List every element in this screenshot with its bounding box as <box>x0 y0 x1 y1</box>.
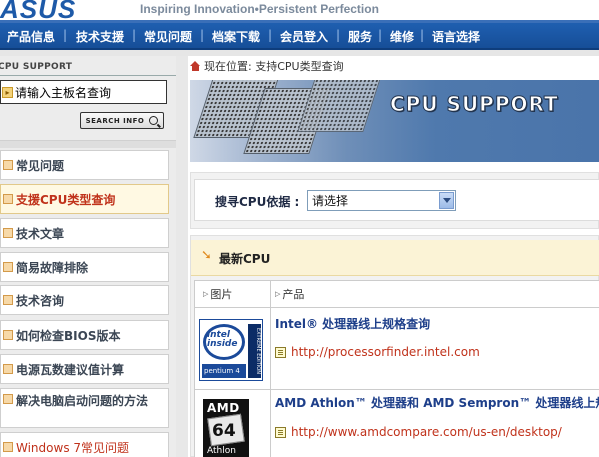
nav-separator: | <box>268 28 273 42</box>
sidebar-item-bios-version[interactable]: 如何检查BIOS版本 <box>0 320 169 350</box>
nav-item-language[interactable]: 语言选择 <box>432 28 480 45</box>
sidebar-item-tech-articles[interactable]: 技术文章 <box>0 218 169 248</box>
cpu-table: ▷ 图片 ▷ 产品 intel inside pentium 4 EXTREME… <box>194 280 599 457</box>
orange-arrow-icon: ➘ <box>201 248 212 263</box>
nav-separator: | <box>200 28 205 42</box>
amd-64-text: 64 <box>212 421 236 441</box>
product-link-intel[interactable]: http://processorfinder.intel.com <box>275 345 480 359</box>
sidebar-item-label: 常见问题 <box>16 158 65 173</box>
product-name-amd[interactable]: AMD Athlon™ 处理器和 AMD Sempron™ 处理器线上规格 <box>275 394 599 411</box>
sidebar-item-label: 简易故障排除 <box>16 260 89 275</box>
link-text: http://www.amdcompare.com/us-en/desktop/ <box>291 425 562 439</box>
bullet-icon <box>3 194 13 204</box>
athlon-label: Athlon <box>207 446 236 456</box>
product-link-amd[interactable]: http://www.amdcompare.com/us-en/desktop/ <box>275 425 562 439</box>
search-info-label: SEARCH INFO <box>85 116 145 125</box>
sidebar-item-label: 技术文章 <box>16 226 65 241</box>
nav-item-download[interactable]: 档案下载 <box>212 28 260 45</box>
sidebar-item-label: 技术咨询 <box>16 293 65 308</box>
sidebar-item-troubleshooting[interactable]: 简易故障排除 <box>0 252 169 282</box>
sidebar-item-label: Windows 7常见问题 <box>16 440 130 455</box>
bullet-icon <box>3 394 13 404</box>
triangle-icon: ▷ <box>275 290 281 298</box>
logo-text: inside <box>207 339 238 349</box>
table-header-product: ▷ 产品 <box>275 281 304 307</box>
cpu-basis-label: 搜寻CPU依据 : <box>215 195 300 209</box>
sidebar-item-boot-problems[interactable]: 解决电脑启动问题的方法 <box>0 388 169 428</box>
sidebar-item-label: 如何检查BIOS版本 <box>16 328 121 343</box>
nav-item-faq[interactable]: 常见问题 <box>144 28 192 45</box>
nav-separator: | <box>336 28 341 42</box>
cpu-chip-graphic <box>297 80 385 132</box>
sidebar-item-tech-inquiry[interactable]: 技术咨询 <box>0 285 169 315</box>
sidebar-item-windows7-faq[interactable]: Windows 7常见问题 <box>0 432 169 457</box>
arrow-icon: ▸ <box>2 86 13 98</box>
main-nav: 产品信息 | 技术支援 | 常见问题 | 档案下载 | 会员登入 | 服务 | … <box>0 23 599 50</box>
nav-separator: | <box>378 28 383 42</box>
sidebar-title: CPU SUPPORT <box>0 62 73 72</box>
table-divider <box>195 389 599 390</box>
sidebar: CPU SUPPORT ▸ SEARCH INFO 常见问题 支援CPU类型查询… <box>0 56 176 457</box>
header-label: 产品 <box>282 288 305 301</box>
nav-separator: | <box>63 28 68 42</box>
bullet-icon <box>3 364 13 374</box>
bullet-icon <box>3 442 13 452</box>
nav-item-repair[interactable]: 维修 <box>390 28 414 45</box>
document-icon <box>275 426 286 438</box>
board-search-input[interactable] <box>15 85 163 99</box>
product-name-intel[interactable]: Intel® 处理器线上规格查询 <box>275 315 430 332</box>
intel-pentium4-logo[interactable]: intel inside pentium 4 EXTREME EDITION <box>199 319 263 381</box>
breadcrumb: 现在位置: 支持CPU类型查询 <box>190 58 344 74</box>
banner-title: CPU SUPPORT <box>390 92 559 117</box>
magnifier-icon <box>149 116 159 125</box>
column-gutter <box>176 56 188 457</box>
link-text: http://processorfinder.intel.com <box>291 345 480 359</box>
home-icon[interactable] <box>190 61 201 71</box>
table-header-image: ▷ 图片 <box>203 281 232 307</box>
cpu-support-banner: CPU SUPPORT <box>190 80 599 162</box>
sidebar-item-faq[interactable]: 常见问题 <box>0 150 169 180</box>
nav-separator: | <box>420 28 425 42</box>
amd-logo-text: AMD <box>207 401 240 415</box>
latest-cpu-title: 最新CPU <box>219 252 271 266</box>
sidebar-divider <box>0 140 176 148</box>
nav-item-service[interactable]: 服务 <box>348 28 372 45</box>
breadcrumb-text: 现在位置: 支持CPU类型查询 <box>204 60 344 73</box>
board-search-box: ▸ <box>0 80 167 104</box>
search-info-button[interactable]: SEARCH INFO <box>80 112 164 129</box>
document-icon <box>275 346 286 358</box>
cpu-basis-select[interactable]: 请选择 <box>307 190 456 211</box>
bullet-icon <box>3 228 13 238</box>
cpu-select-value: 请选择 <box>312 194 349 208</box>
bullet-icon <box>3 330 13 340</box>
bullet-icon <box>3 262 13 272</box>
nav-item-login[interactable]: 会员登入 <box>280 28 328 45</box>
header-label: 图片 <box>210 288 233 301</box>
intel-logo-text: intel inside <box>207 331 237 349</box>
sidebar-item-cpu-support[interactable]: 支援CPU类型查询 <box>0 184 169 214</box>
nav-item-products[interactable]: 产品信息 <box>7 28 55 45</box>
pentium-label: pentium 4 <box>202 364 246 378</box>
sidebar-title-rule <box>0 75 176 76</box>
bullet-icon <box>3 295 13 305</box>
extreme-edition-label: EXTREME EDITION <box>248 324 261 378</box>
triangle-icon: ▷ <box>203 290 209 298</box>
sidebar-item-power-calc[interactable]: 电源瓦数建议值计算 <box>0 354 169 384</box>
sidebar-item-label: 电源瓦数建议值计算 <box>16 362 125 377</box>
table-divider <box>195 307 599 308</box>
sidebar-item-label: 解决电脑启动问题的方法 <box>16 394 149 408</box>
sidebar-item-label: 支援CPU类型查询 <box>16 192 116 207</box>
chevron-down-icon[interactable] <box>439 192 454 209</box>
bullet-icon <box>3 160 13 170</box>
nav-item-support[interactable]: 技术支援 <box>76 28 124 45</box>
amd-athlon64-logo[interactable]: AMD 64 Athlon <box>203 399 249 457</box>
tagline: Inspiring Innovation•Persistent Perfecti… <box>140 2 379 16</box>
nav-separator: | <box>132 28 137 42</box>
